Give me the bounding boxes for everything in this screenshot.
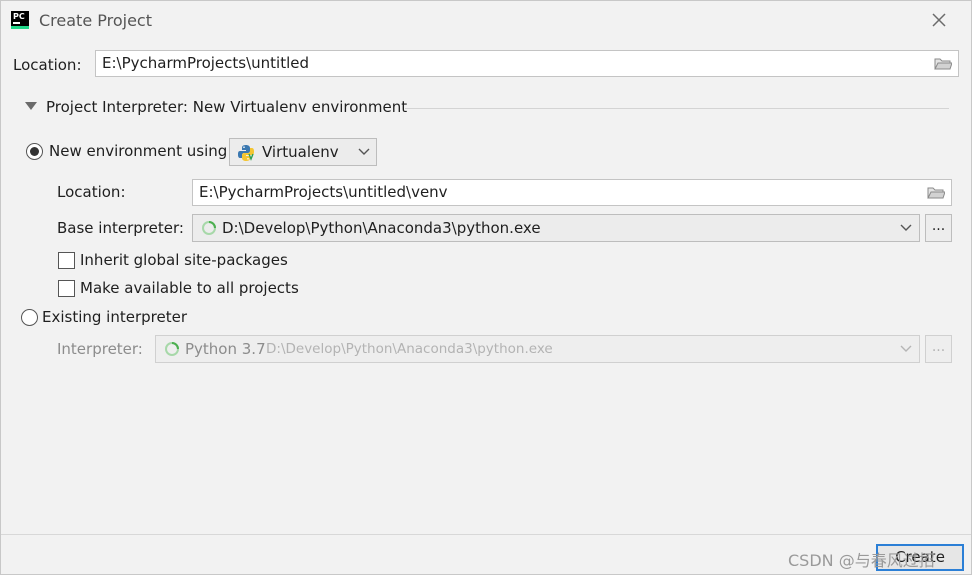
chevron-down-icon [358,148,370,155]
close-icon[interactable] [929,10,949,30]
loading-spinner-icon [165,342,179,356]
venv-location-value: E:\PycharmProjects\untitled\venv [199,183,448,201]
chevron-down-icon [900,345,912,352]
env-tool-value: Virtualenv [262,143,339,161]
existing-interpreter-path: D:\Develop\Python\Anaconda3\python.exe [266,341,553,357]
python-icon [238,145,254,161]
base-interpreter-select[interactable]: D:\Develop\Python\Anaconda3\python.exe [192,214,920,242]
interpreter-section-header[interactable]: Project Interpreter: New Virtualenv envi… [46,98,407,116]
create-project-dialog: PC Create Project Location: E:\PycharmPr… [0,0,972,575]
project-location-value: E:\PycharmProjects\untitled [102,54,310,72]
inherit-packages-checkbox[interactable] [58,252,75,269]
browse-base-interpreter-button[interactable]: ... [925,214,952,242]
make-available-label[interactable]: Make available to all projects [80,279,299,297]
make-available-checkbox[interactable] [58,280,75,297]
folder-icon[interactable] [934,56,952,71]
collapse-triangle-icon[interactable] [25,102,37,110]
pycharm-logo-text: PC [13,12,25,21]
project-location-label: Location: [13,56,82,74]
folder-icon[interactable] [927,185,945,200]
existing-interpreter-select[interactable]: Python 3.7 D:\Develop\Python\Anaconda3\p… [155,335,920,363]
section-divider [405,108,949,109]
footer-divider [1,534,971,535]
existing-interpreter-name: Python 3.7 [185,340,266,358]
base-interpreter-value: D:\Develop\Python\Anaconda3\python.exe [222,219,541,237]
venv-location-field[interactable]: E:\PycharmProjects\untitled\venv [192,179,952,206]
pycharm-logo-icon: PC [11,11,29,29]
new-environment-radio[interactable] [26,143,43,160]
base-interpreter-label: Base interpreter: [57,219,184,237]
env-tool-select[interactable]: Virtualenv [229,138,377,166]
existing-interpreter-label[interactable]: Existing interpreter [42,308,187,326]
title-bar: PC Create Project [1,1,971,41]
inherit-packages-label[interactable]: Inherit global site-packages [80,251,288,269]
window-title: Create Project [39,11,152,30]
new-environment-label[interactable]: New environment using [49,142,227,160]
project-location-field[interactable]: E:\PycharmProjects\untitled [95,50,959,77]
existing-interpreter-radio[interactable] [21,309,38,326]
loading-spinner-icon [202,221,216,235]
venv-location-label: Location: [57,183,126,201]
watermark-text: CSDN @与春风过招 [788,551,935,570]
chevron-down-icon [900,224,912,231]
existing-interpreter-field-label: Interpreter: [57,340,143,358]
browse-existing-interpreter-button[interactable]: ... [925,335,952,363]
